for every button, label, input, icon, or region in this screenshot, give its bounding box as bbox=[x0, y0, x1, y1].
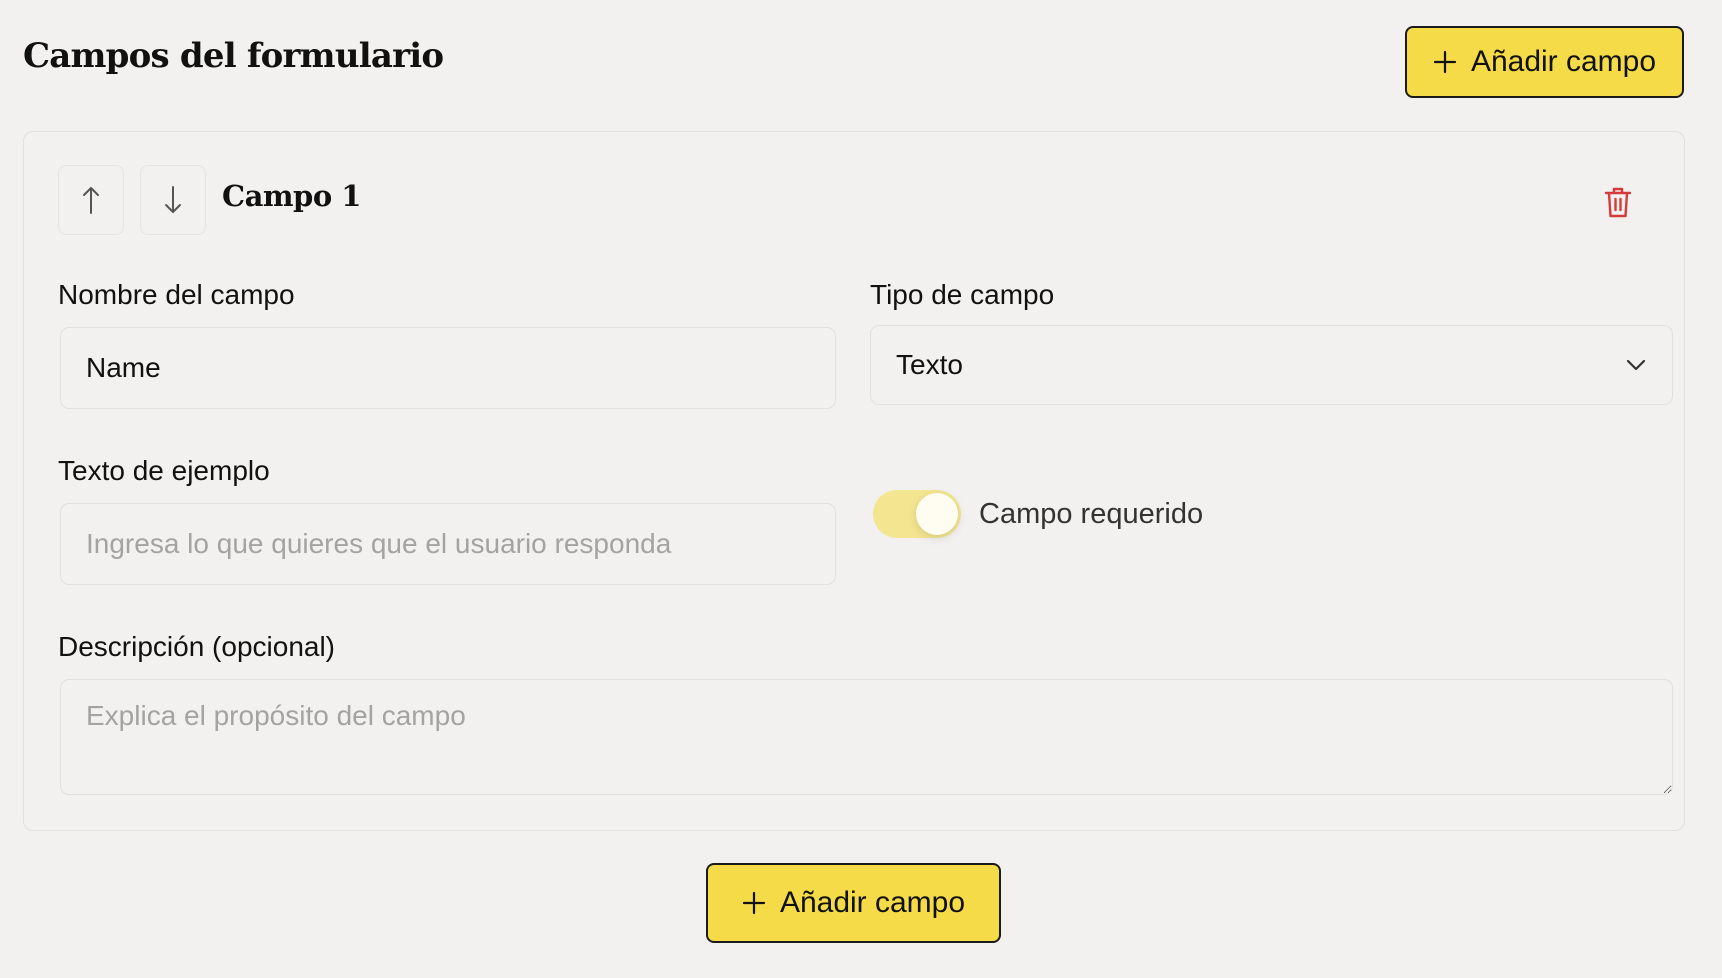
move-up-button[interactable] bbox=[58, 165, 124, 235]
field-type-label: Tipo de campo bbox=[870, 279, 1055, 310]
required-toggle[interactable] bbox=[873, 490, 961, 538]
plus-icon bbox=[1433, 50, 1457, 74]
delete-field-button[interactable] bbox=[1598, 182, 1638, 222]
trash-icon bbox=[1604, 187, 1632, 218]
add-field-button-bottom[interactable]: Añadir campo bbox=[706, 863, 1001, 943]
description-textarea[interactable] bbox=[60, 679, 1673, 795]
field-name-input[interactable] bbox=[60, 327, 836, 409]
description-label: Descripción (opcional) bbox=[58, 631, 336, 662]
placeholder-input[interactable] bbox=[60, 503, 836, 585]
field-title: Campo 1 bbox=[222, 179, 361, 213]
page-title: Campos del formulario bbox=[23, 36, 444, 76]
placeholder-label: Texto de ejemplo bbox=[58, 455, 270, 486]
chevron-down-icon bbox=[1626, 359, 1646, 371]
required-toggle-label: Campo requerido bbox=[979, 497, 1204, 530]
arrow-up-icon bbox=[83, 187, 99, 214]
add-field-button-label: Añadir campo bbox=[1470, 45, 1657, 78]
form-fields-editor: Campos del formulario Añadir campo Campo… bbox=[0, 0, 1722, 978]
toggle-knob bbox=[916, 493, 958, 535]
field-name-label: Nombre del campo bbox=[58, 279, 295, 310]
field-type-select[interactable]: Texto bbox=[870, 325, 1673, 405]
required-toggle-row: Campo requerido bbox=[873, 488, 1203, 540]
add-field-button-top[interactable]: Añadir campo bbox=[1405, 26, 1684, 98]
field-type-value: Texto bbox=[896, 349, 963, 380]
field-card: Campo 1 Nombre del campo Tipo de campo T… bbox=[23, 131, 1685, 831]
arrow-down-icon bbox=[165, 186, 181, 213]
add-field-button-label: Añadir campo bbox=[779, 886, 966, 919]
plus-icon bbox=[742, 891, 766, 915]
move-down-button[interactable] bbox=[140, 165, 206, 235]
